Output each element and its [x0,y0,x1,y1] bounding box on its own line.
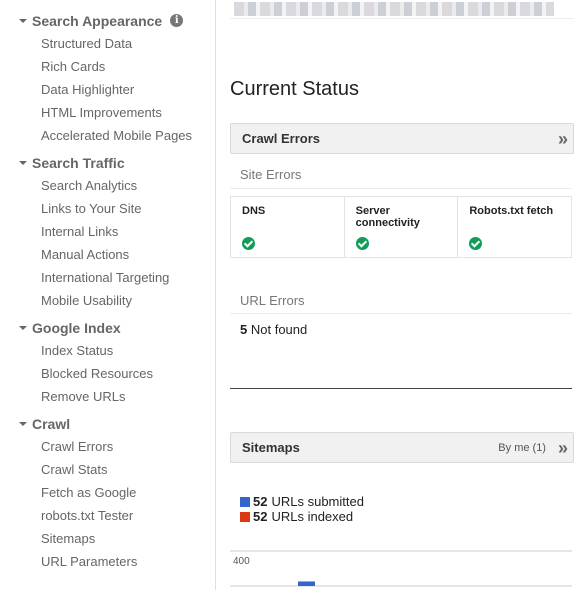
not-found-label: Not found [250,322,308,337]
nav-group-search-appearance: Search Appearance i Structured Data Rich Ca… [0,9,215,147]
site-error-label: Robots.txt fetch [469,205,554,217]
site-error-dns[interactable]: DNS [231,197,345,257]
sidebar-item-data-highlighter[interactable]: Data Highlighter [0,78,215,101]
sitemaps-filter[interactable]: By me (1) [498,442,546,454]
blurred-site-url [234,2,554,16]
url-errors-not-found[interactable]: 5 Not found [240,322,307,337]
nav-group-header[interactable]: Google Index [0,316,215,339]
caret-down-icon [19,19,27,23]
double-chevron-right-icon[interactable]: » [558,130,568,148]
nav-group-header[interactable]: Crawl [0,412,215,435]
sidebar-item-rich-cards[interactable]: Rich Cards [0,55,215,78]
site-error-label: Server connectivity [355,205,420,229]
check-circle-icon [355,237,369,250]
legend-swatch-indexed [240,511,250,522]
info-icon[interactable]: i [170,14,184,27]
legend-swatch-submitted [240,496,250,507]
sitemaps-chart: 400 [230,550,572,587]
legend-count: 52 [253,494,268,509]
site-error-robots-fetch[interactable]: Robots.txt fetch [458,197,571,257]
page-title: Current Status [230,78,359,100]
sidebar-item-robots-txt-tester[interactable]: robots.txt Tester [0,504,215,527]
sidebar-item-blocked-resources[interactable]: Blocked Resources [0,362,215,385]
sitemaps-header[interactable]: Sitemaps By me (1) » [230,432,574,463]
nav-group-label: Search Traffic [32,154,125,171]
double-chevron-right-icon[interactable]: » [558,439,568,457]
sidebar-item-manual-actions[interactable]: Manual Actions [0,243,215,266]
nav-group-label: Crawl [32,415,71,432]
nav-group-search-traffic: Search Traffic Search Analytics Links to Y… [0,151,215,312]
sidebar-item-structured-data[interactable]: Structured Data [0,32,215,55]
site-errors-label: Site Errors [240,167,302,182]
site-error-server-connectivity[interactable]: Server connectivity [345,197,459,257]
sidebar-item-url-parameters[interactable]: URL Parameters [0,550,215,573]
site-errors-divider [230,188,572,189]
sidebar-item-sitemaps[interactable]: Sitemaps [0,527,215,550]
sidebar-item-links-to-your-site[interactable]: Links to Your Site [0,197,215,220]
sidebar-item-crawl-stats[interactable]: Crawl Stats [0,458,215,481]
sidebar-item-fetch-as-google[interactable]: Fetch as Google [0,481,215,504]
sidebar-item-accelerated-mobile-pages[interactable]: Accelerated Mobile Pages [0,124,215,147]
url-errors-divider [230,313,572,314]
sidebar-item-international-targeting[interactable]: International Targeting [0,266,215,289]
legend-submitted: 52 URLs submitted [240,494,364,509]
crawl-errors-header[interactable]: Crawl Errors » [230,123,574,154]
not-found-count: 5 [240,322,248,337]
legend-count: 52 [253,509,268,524]
check-circle-icon [242,237,255,250]
nav-group-crawl: Crawl Crawl Errors Crawl Stats Fetch as Goo… [0,412,215,573]
sidebar-item-internal-links[interactable]: Internal Links [0,220,215,243]
site-error-label: DNS [242,205,266,217]
nav-group-google-index: Google Index Index Status Blocked Resource… [0,316,215,408]
nav-group-label: Search Appearance [32,12,163,29]
site-errors-table: DNS Server connectivity Robots.txt fetch [230,196,572,258]
sidebar-item-search-analytics[interactable]: Search Analytics [0,174,215,197]
nav-group-header[interactable]: Search Traffic [0,151,215,174]
legend-label: URLs indexed [271,509,354,524]
check-circle-icon [469,237,483,250]
nav-group-header[interactable]: Search Appearance i [0,9,215,32]
sitemaps-title: Sitemaps [242,440,300,455]
caret-down-icon [19,326,27,330]
caret-down-icon [19,422,27,426]
url-errors-label: URL Errors [240,293,305,308]
legend-indexed: 52 URLs indexed [240,509,353,524]
sidebar-item-html-improvements[interactable]: HTML Improvements [0,101,215,124]
y-tick-label: 400 [233,556,250,567]
caret-down-icon [19,161,27,165]
bar-urls-submitted[interactable] [298,581,315,586]
header-divider [230,18,574,19]
sidebar-item-crawl-errors[interactable]: Crawl Errors [0,435,215,458]
sidebar-item-mobile-usability[interactable]: Mobile Usability [0,289,215,312]
crawl-errors-title: Crawl Errors [242,131,321,146]
sidebar: Search Appearance i Structured Data Rich Ca… [0,0,216,590]
legend-label: URLs submitted [271,494,364,509]
section-divider [230,388,572,389]
sidebar-item-remove-urls[interactable]: Remove URLs [0,385,215,408]
nav-group-label: Google Index [32,319,121,336]
sidebar-item-index-status[interactable]: Index Status [0,339,215,362]
